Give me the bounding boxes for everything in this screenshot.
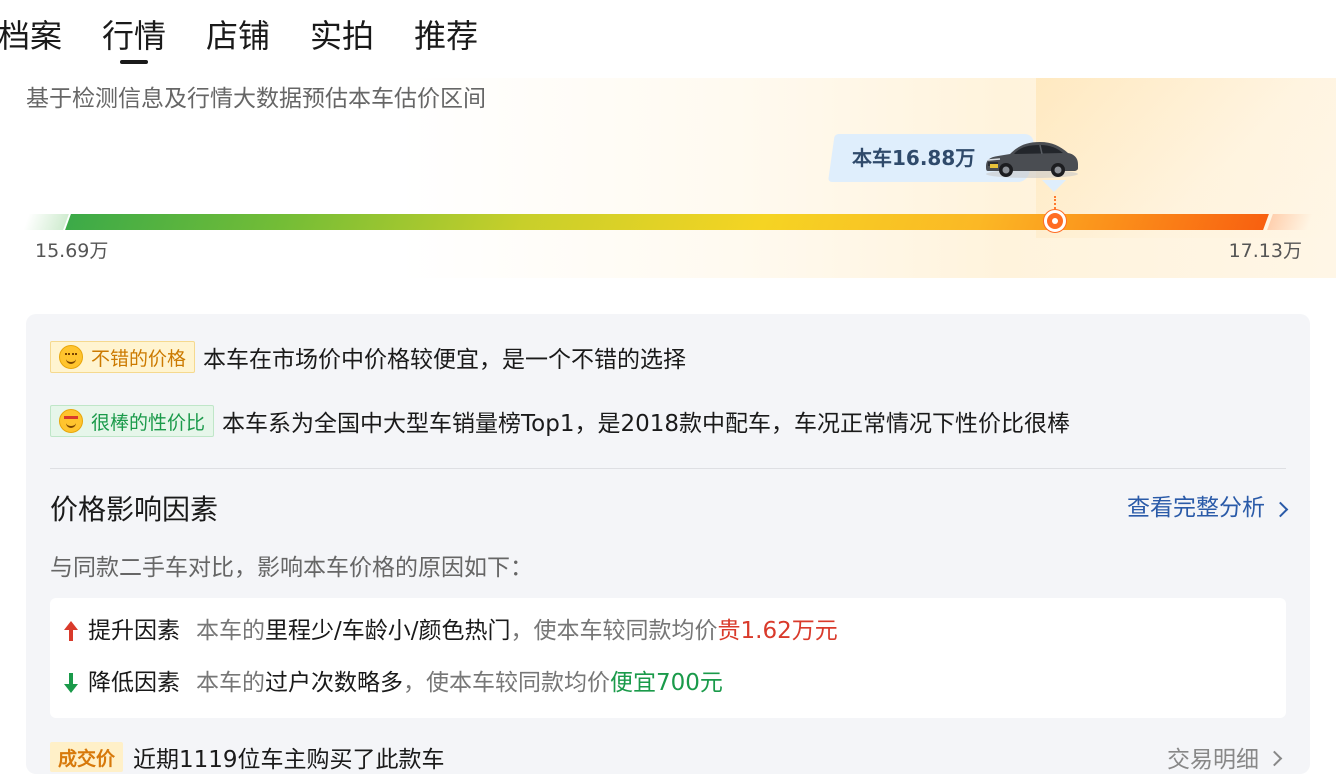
current-price-marker — [1044, 210, 1066, 232]
lower-factor-row: 降低因素 本车的 过户次数略多 ，使本车较同款均价 便宜700元 — [64, 668, 723, 698]
star-eyes-emoji-icon — [59, 409, 83, 433]
deal-price-tag: 成交价 — [50, 742, 124, 772]
lower-factor-middle: ，使本车较同款均价 — [403, 670, 610, 696]
raise-factor-items: 里程少/车龄小/颜色热门 — [265, 618, 511, 644]
price-range-track — [65, 214, 1269, 230]
good-price-description: 本车在市场价中价格较便宜，是一个不错的选择 — [203, 347, 687, 373]
divider — [50, 468, 1286, 469]
great-value-tag-label: 很棒的性价比 — [91, 411, 206, 434]
price-analysis-card: 不错的价格 本车在市场价中价格较便宜，是一个不错的选择 很棒的性价比 本车系为全… — [26, 314, 1310, 774]
range-max-label: 17.13万 — [1228, 240, 1302, 262]
great-value-description: 本车系为全国中大型车销量榜Top1，是2018款中配车，车况正常情况下性价比很棒 — [222, 411, 1070, 437]
tab-market[interactable]: 行情 — [102, 14, 166, 58]
arrow-down-icon — [64, 673, 78, 693]
range-track-left-fade — [23, 214, 69, 230]
price-factors-subtitle: 与同款二手车对比，影响本车价格的原因如下： — [50, 555, 533, 581]
tab-archive[interactable]: 档案 — [0, 14, 62, 58]
raise-factor-value: 贵1.62万元 — [717, 618, 838, 644]
range-track-right-fade — [1267, 214, 1313, 230]
tooltip-arrow-icon — [1042, 180, 1066, 192]
tab-photos[interactable]: 实拍 — [310, 14, 374, 58]
transaction-details-link[interactable]: 交易明细 — [1167, 740, 1283, 774]
chevron-right-icon — [1266, 750, 1283, 766]
tab-bar: 档案 行情 店铺 实拍 推荐 — [0, 14, 518, 66]
raise-factor-label: 提升因素 — [88, 618, 180, 644]
good-price-tag-label: 不错的价格 — [91, 347, 187, 370]
price-estimate-section: 基于检测信息及行情大数据预估本车估价区间 本车16.88万 — [0, 78, 1336, 278]
good-price-row: 不错的价格 本车在市场价中价格较便宜，是一个不错的选择 — [50, 340, 686, 374]
current-price-label: 本车16.88万 — [852, 146, 976, 170]
deal-price-row: 成交价 近期1119位车主购买了此款车 — [50, 740, 445, 774]
lower-factor-items: 过户次数略多 — [265, 670, 403, 696]
car-thumbnail-icon — [986, 142, 1078, 178]
factors-box: 提升因素 本车的 里程少/车龄小/颜色热门 ，使本车较同款均价 贵1.62万元 … — [50, 598, 1286, 718]
arrow-up-icon — [64, 621, 78, 641]
great-value-row: 很棒的性价比 本车系为全国中大型车销量榜Top1，是2018款中配车，车况正常情… — [50, 404, 1070, 438]
transaction-details-label: 交易明细 — [1167, 747, 1259, 773]
good-price-tag: 不错的价格 — [50, 341, 196, 373]
range-min-label: 15.69万 — [35, 240, 109, 262]
deal-price-text: 近期1119位车主购买了此款车 — [133, 747, 445, 773]
estimate-description: 基于检测信息及行情大数据预估本车估价区间 — [26, 86, 486, 112]
full-analysis-label: 查看完整分析 — [1127, 495, 1265, 521]
price-factors-title: 价格影响因素 — [50, 493, 219, 526]
raise-factor-middle: ，使本车较同款均价 — [510, 618, 718, 644]
tab-recommend[interactable]: 推荐 — [414, 14, 478, 58]
tab-store[interactable]: 店铺 — [206, 14, 270, 58]
current-price-tooltip: 本车16.88万 — [828, 134, 1080, 192]
smile-emoji-icon — [59, 345, 83, 369]
lower-factor-value: 便宜700元 — [610, 670, 723, 696]
lower-factor-label: 降低因素 — [88, 670, 180, 696]
great-value-tag: 很棒的性价比 — [50, 405, 215, 437]
chevron-right-icon — [1272, 501, 1289, 517]
lower-factor-prefix: 本车的 — [196, 670, 265, 696]
full-analysis-link[interactable]: 查看完整分析 — [1127, 492, 1289, 524]
raise-factor-prefix: 本车的 — [196, 618, 265, 644]
raise-factor-row: 提升因素 本车的 里程少/车龄小/颜色热门 ，使本车较同款均价 贵1.62万元 — [64, 616, 838, 646]
